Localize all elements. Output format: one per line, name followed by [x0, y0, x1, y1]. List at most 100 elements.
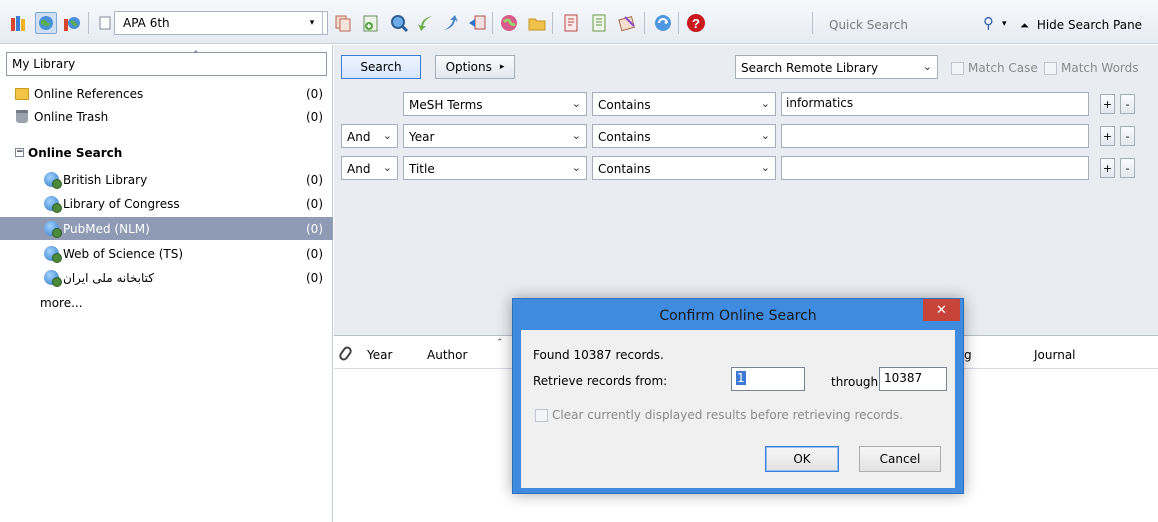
- integrated-library-icon[interactable]: [61, 12, 83, 34]
- search-item-label: British Library: [63, 172, 148, 187]
- copy-icon[interactable]: [332, 12, 354, 34]
- records-from-value: 1: [736, 371, 746, 385]
- remove-row-button-2[interactable]: -: [1120, 126, 1135, 146]
- sidebar-item-count: (0): [306, 86, 323, 101]
- style-dropdown-arrow-icon[interactable]: ▾: [304, 12, 320, 34]
- search-field-select-2[interactable]: Year ⌄: [403, 124, 587, 148]
- local-library-icon[interactable]: [8, 12, 30, 34]
- output-style-select[interactable]: APA 6th: [114, 11, 328, 35]
- more-connections-link[interactable]: more...: [0, 291, 333, 314]
- found-records-text: Found 10387 records.: [533, 348, 664, 362]
- search-item-count: (0): [306, 270, 323, 285]
- search-term-input-3[interactable]: [781, 156, 1089, 180]
- field-value: MeSH Terms: [409, 98, 483, 112]
- confirm-online-search-dialog: Confirm Online Search ✕ Found 10387 reco…: [512, 298, 964, 494]
- insert-citation-icon[interactable]: [560, 12, 582, 34]
- attachment-paperclip-icon[interactable]: [337, 344, 354, 363]
- chevron-down-icon: ⌄: [760, 161, 770, 174]
- through-label: through: [831, 375, 879, 389]
- sync-icon[interactable]: [652, 12, 674, 34]
- add-row-button-2[interactable]: +: [1100, 126, 1115, 146]
- open-link-icon[interactable]: [466, 12, 488, 34]
- search-button[interactable]: Search: [341, 55, 421, 79]
- retrieve-records-label: Retrieve records from:: [533, 374, 668, 388]
- search-operator-select-3[interactable]: Contains ⌄: [592, 156, 776, 180]
- add-row-button-3[interactable]: +: [1100, 158, 1115, 178]
- field-value: Year: [409, 130, 435, 144]
- options-arrow-icon: ▸: [499, 62, 505, 72]
- records-to-input[interactable]: 10387: [879, 367, 947, 391]
- search-item-web-of-science[interactable]: Web of Science (TS) (0): [0, 242, 333, 265]
- format-bibliography-icon[interactable]: [588, 12, 610, 34]
- add-row-button-1[interactable]: +: [1100, 94, 1115, 114]
- sidebar-item-label: Online Trash: [34, 109, 109, 124]
- quick-search-input[interactable]: Quick Search: [829, 18, 908, 32]
- records-from-input[interactable]: 1: [731, 367, 805, 391]
- connection-globe-icon: [43, 221, 62, 238]
- remove-row-button-1[interactable]: -: [1120, 94, 1135, 114]
- search-term-input-2[interactable]: [781, 124, 1089, 148]
- sidebar-item-label: Online References: [34, 86, 144, 101]
- dialog-close-button[interactable]: ✕: [923, 299, 960, 321]
- bool-select-2[interactable]: And ⌄: [341, 124, 398, 148]
- library-info-icon[interactable]: [94, 12, 116, 34]
- column-header-partial[interactable]: g: [964, 348, 972, 362]
- records-to-value: 10387: [884, 371, 923, 385]
- return-to-word-icon[interactable]: [616, 12, 638, 34]
- library-dropdown[interactable]: My Library ⌃: [6, 50, 327, 76]
- search-remote-library-select[interactable]: Search Remote Library ⌄: [735, 55, 938, 79]
- clear-results-label: Clear currently displayed results before…: [552, 408, 903, 422]
- match-case-checkbox[interactable]: Match Case: [951, 61, 1038, 75]
- match-words-checkbox[interactable]: Match Words: [1044, 61, 1139, 75]
- remote-select-value: Search Remote Library: [741, 61, 879, 75]
- collapse-caret-icon[interactable]: ⌃: [192, 50, 200, 60]
- open-file-icon[interactable]: [526, 12, 548, 34]
- more-label: more...: [40, 295, 83, 310]
- search-item-pubmed[interactable]: PubMed (NLM) (0): [0, 217, 333, 240]
- search-item-count: (0): [306, 221, 323, 236]
- search-item-national-library-iran[interactable]: کتابخانه ملی ایران (0): [0, 266, 333, 289]
- find-fulltext-icon[interactable]: [388, 12, 410, 34]
- match-words-label: Match Words: [1061, 61, 1139, 75]
- remove-row-button-3[interactable]: -: [1120, 158, 1135, 178]
- options-button[interactable]: Options ▸: [435, 55, 515, 79]
- options-button-label: Options: [445, 60, 492, 74]
- bool-value: And: [347, 162, 371, 176]
- search-item-british-library[interactable]: British Library (0): [0, 168, 333, 191]
- library-dropdown-value: My Library: [12, 57, 76, 71]
- hide-search-pane-button[interactable]: ⏶ Hide Search Pane: [1020, 18, 1142, 33]
- bool-select-3[interactable]: And ⌄: [341, 156, 398, 180]
- search-term-input-1[interactable]: informatics: [781, 92, 1089, 116]
- quick-search-magnifier-icon[interactable]: ⚲: [983, 14, 994, 32]
- cancel-button[interactable]: Cancel: [859, 446, 941, 472]
- column-header-journal[interactable]: Journal: [1034, 348, 1076, 362]
- search-field-select-3[interactable]: Title ⌄: [403, 156, 587, 180]
- search-operator-select-2[interactable]: Contains ⌄: [592, 124, 776, 148]
- help-icon[interactable]: ?: [685, 12, 707, 34]
- clear-results-checkbox[interactable]: Clear currently displayed results before…: [535, 408, 903, 422]
- group-online-search[interactable]: − Online Search: [0, 141, 333, 164]
- sidebar-item-online-trash[interactable]: Online Trash (0): [0, 105, 333, 128]
- import-icon[interactable]: [414, 12, 436, 34]
- search-item-library-of-congress[interactable]: Library of Congress (0): [0, 192, 333, 215]
- new-reference-icon[interactable]: [360, 12, 382, 34]
- search-item-label: PubMed (NLM): [63, 221, 150, 236]
- collapse-minus-icon[interactable]: −: [15, 148, 24, 157]
- connection-globe-icon: [43, 196, 62, 213]
- export-icon[interactable]: [440, 12, 462, 34]
- checkbox-box: [1044, 61, 1057, 75]
- sidebar-item-online-references[interactable]: Online References (0): [0, 82, 333, 105]
- operator-value: Contains: [598, 162, 651, 176]
- ok-button[interactable]: OK: [765, 446, 839, 472]
- column-header-year[interactable]: Year: [367, 348, 392, 362]
- svg-text:?: ?: [692, 16, 700, 31]
- dialog-body: Found 10387 records. Retrieve records fr…: [521, 330, 955, 488]
- column-header-author[interactable]: Author: [427, 348, 467, 362]
- online-search-icon[interactable]: [498, 12, 520, 34]
- hide-search-pane-label: Hide Search Pane: [1036, 18, 1143, 32]
- search-operator-select-1[interactable]: Contains ⌄: [592, 92, 776, 116]
- online-library-icon[interactable]: [35, 12, 57, 34]
- quick-search-options-arrow-icon[interactable]: ▾: [1002, 19, 1007, 29]
- search-field-select-1[interactable]: MeSH Terms ⌄: [403, 92, 587, 116]
- sidebar-item-count: (0): [306, 109, 323, 124]
